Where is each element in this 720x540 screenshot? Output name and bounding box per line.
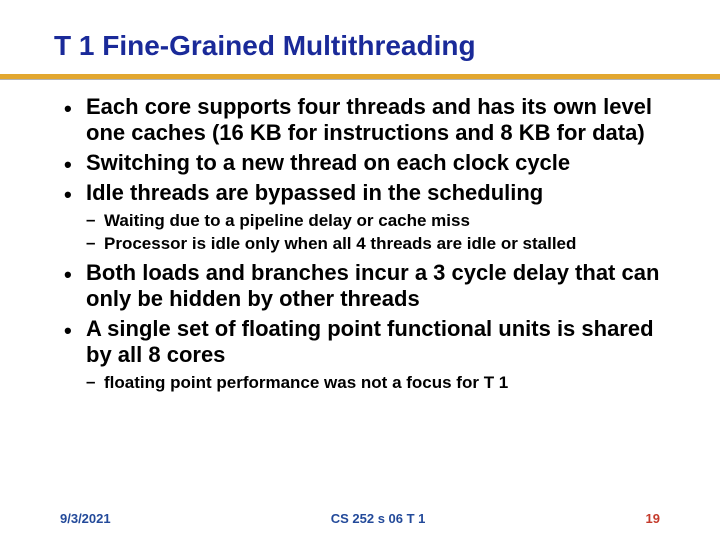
sub-bullet-list: floating point performance was not a foc… bbox=[58, 372, 662, 393]
bullet-item: Idle threads are bypassed in the schedul… bbox=[58, 180, 662, 206]
bullet-item: Both loads and branches incur a 3 cycle … bbox=[58, 260, 662, 312]
bullet-item: A single set of floating point functiona… bbox=[58, 316, 662, 368]
sub-bullet-item: Processor is idle only when all 4 thread… bbox=[86, 233, 662, 254]
bullet-item: Each core supports four threads and has … bbox=[58, 94, 662, 146]
sub-bullet-item: floating point performance was not a foc… bbox=[86, 372, 662, 393]
sub-bullet-list: Waiting due to a pipeline delay or cache… bbox=[58, 210, 662, 255]
bullet-item: Switching to a new thread on each clock … bbox=[58, 150, 662, 176]
slide: T 1 Fine-Grained Multithreading Each cor… bbox=[0, 0, 720, 540]
slide-content: Each core supports four threads and has … bbox=[0, 94, 720, 393]
slide-title: T 1 Fine-Grained Multithreading bbox=[0, 30, 720, 68]
footer-date: 9/3/2021 bbox=[60, 511, 111, 526]
title-rule-thin bbox=[0, 79, 720, 80]
slide-footer: 9/3/2021 CS 252 s 06 T 1 19 bbox=[0, 511, 720, 526]
footer-page-number: 19 bbox=[646, 511, 660, 526]
bullet-list: Each core supports four threads and has … bbox=[58, 94, 662, 206]
footer-course: CS 252 s 06 T 1 bbox=[331, 511, 426, 526]
bullet-list: Both loads and branches incur a 3 cycle … bbox=[58, 260, 662, 368]
sub-bullet-item: Waiting due to a pipeline delay or cache… bbox=[86, 210, 662, 231]
